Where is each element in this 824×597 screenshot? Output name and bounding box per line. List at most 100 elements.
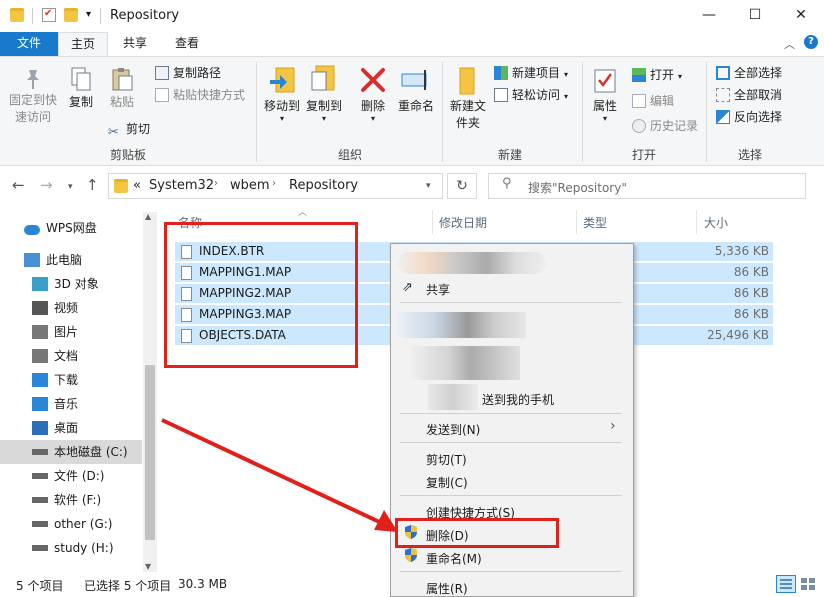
open-button[interactable]: 打开 ▾ — [632, 64, 682, 86]
breadcrumb-chevron-icon[interactable]: › — [272, 178, 276, 189]
nav-item[interactable]: 图片 — [32, 320, 78, 344]
maximize-button[interactable]: ☐ — [732, 0, 778, 32]
nav-item[interactable]: study (H:) — [32, 536, 114, 560]
select-none-button[interactable]: 全部取消 — [716, 84, 782, 106]
properties-ribbon-button[interactable]: 属性 ▾ — [588, 64, 622, 123]
sort-ascending-icon: ︿ — [298, 208, 308, 218]
open-dropdown-icon: ▾ — [678, 72, 683, 81]
column-divider[interactable] — [576, 210, 577, 234]
breadcrumb-wbem[interactable]: wbem — [230, 178, 270, 193]
properties-icon — [593, 64, 617, 96]
history-icon — [632, 119, 646, 133]
copy-path-button[interactable]: 复制路径 — [155, 62, 221, 84]
menu-share[interactable]: 共享 — [426, 281, 450, 298]
nav-item[interactable]: 3D 对象 — [32, 272, 99, 296]
annotation-delete-box — [395, 518, 559, 548]
tab-share[interactable]: 共享 — [112, 32, 158, 56]
refresh-button[interactable]: ↻ — [447, 173, 477, 199]
scroll-up-icon[interactable]: ▲ — [145, 212, 151, 221]
picture-icon — [32, 325, 48, 339]
tab-file[interactable]: 文件 — [0, 32, 58, 56]
easy-access-label: 轻松访问 — [512, 88, 561, 102]
nav-item[interactable]: 下载 — [32, 368, 78, 392]
nav-item[interactable]: 本地磁盘 (C:) — [32, 440, 128, 464]
breadcrumb-overflow[interactable]: « — [133, 178, 141, 193]
menu-rename[interactable]: 重命名(M) — [426, 550, 482, 567]
delete-ribbon-label: 删除 — [360, 99, 385, 113]
details-view-button[interactable] — [776, 575, 796, 593]
scroll-down-icon[interactable]: ▼ — [145, 562, 151, 571]
new-folder-quick-icon[interactable] — [64, 8, 78, 22]
easy-access-button[interactable]: 轻松访问 ▾ — [494, 84, 568, 106]
desktop-icon — [32, 421, 48, 435]
blurred-menu-item — [398, 252, 546, 274]
nav-item[interactable]: 文档 — [32, 344, 78, 368]
breadcrumb-system32[interactable]: System32 — [149, 178, 214, 193]
customize-quick-access-icon[interactable]: ▾ — [86, 9, 91, 20]
help-icon[interactable]: ? — [804, 35, 818, 49]
minimize-button[interactable]: — — [686, 0, 732, 32]
menu-properties[interactable]: 属性(R) — [426, 580, 468, 597]
breadcrumb-repository[interactable]: Repository — [289, 178, 358, 193]
title-separator — [100, 8, 101, 24]
nav-item[interactable]: WPS网盘 — [24, 216, 97, 240]
select-all-button[interactable]: 全部选择 — [716, 62, 782, 84]
menu-send-to[interactable]: 发送到(N) — [426, 421, 480, 438]
delete-ribbon-button[interactable]: 删除 ▾ — [356, 64, 390, 123]
copy-to-dropdown-icon: ▾ — [321, 114, 326, 123]
column-divider[interactable] — [432, 210, 433, 234]
menu-copy[interactable]: 复制(C) — [426, 474, 468, 491]
file-size: 86 KB — [733, 265, 769, 279]
back-button[interactable]: ← — [12, 176, 25, 194]
invert-selection-button[interactable]: 反向选择 — [716, 106, 782, 128]
nav-item[interactable]: other (G:) — [32, 512, 113, 536]
edit-button[interactable]: 编辑 — [632, 90, 674, 112]
new-item-button[interactable]: 新建项目 ▾ — [494, 62, 568, 84]
nav-item[interactable]: 视频 — [32, 296, 78, 320]
new-folder-button[interactable]: 新建文件夹 — [446, 64, 490, 132]
column-size[interactable]: 大小 — [704, 214, 728, 231]
cut-button[interactable]: ✂ 剪切 — [108, 118, 150, 140]
up-button[interactable]: ↑ — [86, 176, 99, 194]
computer-icon — [24, 253, 40, 267]
nav-item[interactable]: 此电脑 — [24, 248, 82, 272]
nav-item[interactable]: 软件 (F:) — [32, 488, 101, 512]
rename-ribbon-label: 重命名 — [397, 99, 434, 113]
close-button[interactable]: ✕ — [778, 0, 824, 32]
document-icon — [32, 349, 48, 363]
pin-quick-access-button[interactable]: 固定到快速访问 — [6, 66, 60, 126]
breadcrumb-chevron-icon[interactable]: › — [214, 178, 218, 189]
file-size: 86 KB — [733, 286, 769, 300]
nav-item[interactable]: 桌面 — [32, 416, 78, 440]
move-to-button[interactable]: 移动到 ▾ — [262, 64, 302, 123]
invert-selection-label: 反向选择 — [734, 110, 783, 124]
paste-button[interactable]: 粘贴 — [104, 66, 140, 111]
tab-view[interactable]: 查看 — [164, 32, 210, 56]
group-new-label: 新建 — [497, 148, 522, 162]
menu-send-to-phone[interactable]: 送到我的手机 — [482, 391, 554, 408]
paste-shortcut-button[interactable]: 粘贴快捷方式 — [155, 84, 245, 106]
recent-locations-icon[interactable]: ▾ — [68, 182, 73, 192]
history-button[interactable]: 历史记录 — [632, 115, 698, 137]
rename-ribbon-button[interactable]: 重命名 — [396, 64, 436, 115]
easy-access-icon — [494, 88, 508, 102]
nav-item[interactable]: 音乐 — [32, 392, 78, 416]
copy-to-button[interactable]: 复制到 ▾ — [304, 64, 344, 123]
copy-label: 复制 — [68, 95, 93, 109]
address-dropdown-icon[interactable]: ▾ — [426, 181, 431, 191]
tab-home[interactable]: 主页 — [58, 32, 108, 56]
collapse-ribbon-icon[interactable]: ︿ — [784, 36, 795, 52]
column-divider[interactable] — [696, 210, 697, 234]
menu-cut[interactable]: 剪切(T) — [426, 451, 467, 468]
forward-button[interactable]: → — [40, 176, 53, 194]
properties-quick-icon[interactable] — [42, 8, 56, 22]
nav-item[interactable]: 文件 (D:) — [32, 464, 104, 488]
copy-button[interactable]: 复制 — [64, 66, 98, 111]
new-item-icon — [494, 66, 508, 80]
folder-icon — [10, 8, 24, 22]
column-modified[interactable]: 修改日期 — [439, 214, 487, 231]
column-type[interactable]: 类型 — [583, 214, 607, 231]
large-icons-view-button[interactable] — [800, 577, 816, 591]
copy-to-label: 复制到 — [305, 99, 342, 113]
properties-dropdown-icon: ▾ — [602, 114, 607, 123]
